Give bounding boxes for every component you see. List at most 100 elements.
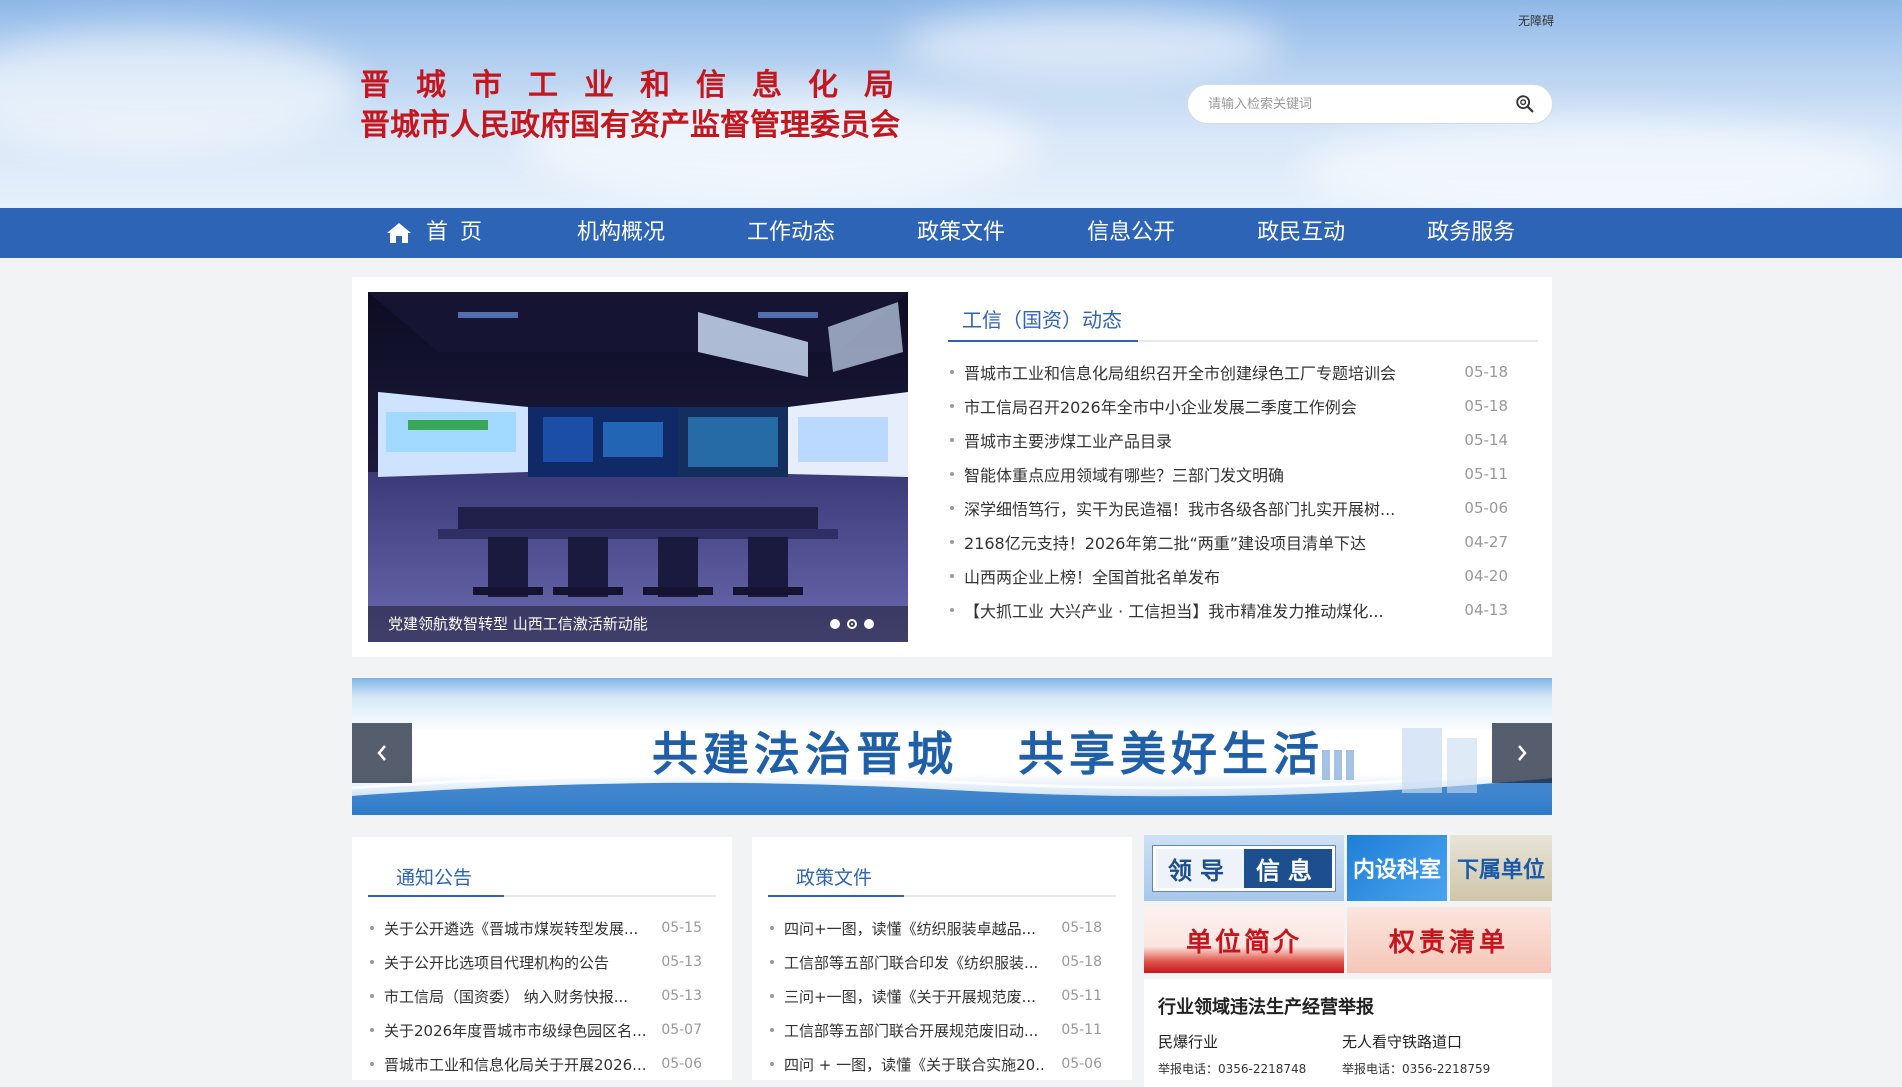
bullet-icon (950, 438, 954, 442)
policy-item-date: 05-11 (1061, 988, 1102, 1004)
policy-item-title[interactable]: 四问 + 一图，读懂《关于联合实施20... (784, 1054, 1046, 1075)
photo-slider[interactable]: 党建领航数智转型 山西工信激活新动能 (368, 292, 908, 642)
news-item-title[interactable]: 晋城市工业和信息化局组织召开全市创建绿色工厂专题培训会 (964, 360, 1448, 384)
notice-item-date: 05-06 (661, 1056, 702, 1072)
news-item[interactable]: 深学细悟笃行，实干为民造福！我市各级各部门扎实开展树... 05-06 (948, 491, 1538, 525)
bullet-icon (370, 960, 374, 964)
policy-item[interactable]: 三问+一图，读懂《关于开展规范废... 05-11 (768, 979, 1116, 1013)
leader-info-label-b: 信息 (1244, 848, 1332, 888)
notice-item-title[interactable]: 晋城市工业和信息化局关于开展2026... (384, 1054, 646, 1075)
leader-info-label-a: 领导 (1156, 848, 1244, 888)
notice-item[interactable]: 关于2026年度晋城市市级绿色园区名... 05-07 (368, 1013, 716, 1047)
news-item-title[interactable]: 2168亿元支持！2026年第二批“两重”建设项目清单下达 (964, 530, 1448, 554)
banner-slogan-left: 共建法治晋城 (652, 727, 958, 781)
news-item-title[interactable]: 晋城市主要涉煤工业产品目录 (964, 428, 1448, 452)
policy-item-date: 05-18 (1061, 954, 1102, 970)
site-logo-title[interactable]: 晋城市工业和信息化局 晋城市人民政府国有资产监督管理委员会 (360, 66, 920, 146)
notice-item[interactable]: 市工信局（国资委） 纳入财务快报... 05-13 (368, 979, 716, 1013)
news-item[interactable]: 晋城市主要涉煤工业产品目录 05-14 (948, 423, 1538, 457)
policy-item-title[interactable]: 四问+一图，读懂《纺织服装卓越品... (784, 918, 1046, 939)
nav-item-about[interactable]: 机构概况 (536, 208, 706, 258)
slider-caption[interactable]: 党建领航数智转型 山西工信激活新动能 (368, 606, 908, 642)
section-underline (368, 895, 504, 897)
home-icon (387, 223, 411, 243)
news-item[interactable]: 智能体重点应用领域有哪些？三部门发文明确 05-11 (948, 457, 1538, 491)
news-item[interactable]: 2168亿元支持！2026年第二批“两重”建设项目清单下达 04-27 (948, 525, 1538, 559)
policy-item[interactable]: 工信部等五部门联合印发《纺织服装... 05-18 (768, 945, 1116, 979)
notice-item[interactable]: 晋城市工业和信息化局关于开展2026... 05-06 (368, 1047, 716, 1081)
nav-item-services[interactable]: 政务服务 (1386, 208, 1556, 258)
policy-item-title[interactable]: 三问+一图，读懂《关于开展规范废... (784, 986, 1046, 1007)
bullet-icon (950, 506, 954, 510)
search-input[interactable] (1208, 96, 1514, 112)
policy-item-title[interactable]: 工信部等五部门联合印发《纺织服装... (784, 952, 1046, 973)
leader-info-badge: 领导 信息 (1153, 845, 1335, 891)
notice-item[interactable]: 关于公开比选项目代理机构的公告 05-13 (368, 945, 716, 979)
notice-item-title[interactable]: 关于公开比选项目代理机构的公告 (384, 952, 646, 973)
bullet-icon (370, 1062, 374, 1066)
banner-prev-button[interactable] (352, 723, 412, 783)
internal-departments-link[interactable]: 内设科室 (1347, 835, 1447, 901)
leader-info-link[interactable]: 领导 信息 (1144, 835, 1344, 901)
bullet-icon (770, 994, 774, 998)
notice-item-title[interactable]: 市工信局（国资委） 纳入财务快报... (384, 986, 646, 1007)
slider-dot-3[interactable] (864, 619, 874, 629)
news-item[interactable]: 山西两企业上榜！全国首批名单发布 04-20 (948, 559, 1538, 593)
notice-item[interactable]: 关于公开遴选《晋城市煤炭转型发展... 05-15 (368, 911, 716, 945)
news-item-title[interactable]: 智能体重点应用领域有哪些？三部门发文明确 (964, 462, 1448, 486)
news-item-date: 05-06 (1464, 499, 1508, 517)
news-item[interactable]: 【大抓工业 大兴产业 · 工信担当】我市精准发力推动煤化... 04-13 (948, 593, 1538, 627)
policy-list: 四问+一图，读懂《纺织服装卓越品... 05-18 工信部等五部门联合印发《纺织服… (768, 911, 1116, 1081)
main-nav: 首页 机构概况 工作动态 政策文件 信息公开 政民互动 政务服务 (0, 208, 1902, 258)
chevron-right-icon (1518, 745, 1527, 761)
nav-item-work-news[interactable]: 工作动态 (706, 208, 876, 258)
banner-next-button[interactable] (1492, 723, 1552, 783)
nav-item-home[interactable]: 首页 (370, 208, 536, 258)
news-section-title[interactable]: 工信（国资）动态 (962, 304, 1122, 333)
slider-dot-2[interactable] (847, 619, 857, 629)
policy-section-title[interactable]: 政策文件 (796, 863, 872, 890)
policy-item[interactable]: 四问 + 一图，读懂《关于联合实施20... 05-06 (768, 1047, 1116, 1081)
policy-section-header: 政策文件 (768, 847, 1116, 897)
news-item-date: 05-14 (1464, 431, 1508, 449)
bullet-icon (370, 1028, 374, 1032)
report-item-explosives: 民爆行业 举报电话：0356-2218748 (1158, 1031, 1342, 1077)
notice-section-title[interactable]: 通知公告 (396, 863, 472, 890)
header-cloud (900, 10, 1280, 80)
bullet-icon (770, 960, 774, 964)
news-item[interactable]: 市工信局召开2026年全市中小企业发展二季度工作例会 05-18 (948, 389, 1538, 423)
nav-item-info-disclosure[interactable]: 信息公开 (1046, 208, 1216, 258)
news-item-title[interactable]: 【大抓工业 大兴产业 · 工信担当】我市精准发力推动煤化... (964, 598, 1448, 622)
bullet-icon (770, 926, 774, 930)
notice-item-date: 05-13 (661, 988, 702, 1004)
news-item-title[interactable]: 市工信局召开2026年全市中小企业发展二季度工作例会 (964, 394, 1448, 418)
site-header: 无障碍 晋城市工业和信息化局 晋城市人民政府国有资产监督管理委员会 (0, 0, 1902, 208)
unit-intro-link[interactable]: 单位简介 (1144, 907, 1344, 973)
bullet-icon (950, 370, 954, 374)
header-cloud (0, 30, 360, 150)
notice-item-date: 05-15 (661, 920, 702, 936)
notice-card: 通知公告 关于公开遴选《晋城市煤炭转型发展... 05-15 关于公开比选项目代理… (352, 837, 732, 1080)
search-icon[interactable] (1514, 93, 1536, 115)
duty-list-link[interactable]: 权责清单 (1347, 907, 1551, 973)
policy-item[interactable]: 工信部等五部门联合开展规范废旧动... 05-11 (768, 1013, 1116, 1047)
notice-list: 关于公开遴选《晋城市煤炭转型发展... 05-15 关于公开比选项目代理机构的公告… (368, 911, 716, 1081)
policy-item-title[interactable]: 工信部等五部门联合开展规范废旧动... (784, 1020, 1046, 1041)
news-item-title[interactable]: 深学细悟笃行，实干为民造福！我市各级各部门扎实开展树... (964, 496, 1448, 520)
notice-item-title[interactable]: 关于2026年度晋城市市级绿色园区名... (384, 1020, 646, 1041)
policy-item[interactable]: 四问+一图，读懂《纺织服装卓越品... 05-18 (768, 911, 1116, 945)
nav-item-policy[interactable]: 政策文件 (876, 208, 1046, 258)
bullet-icon (950, 404, 954, 408)
notice-item-title[interactable]: 关于公开遴选《晋城市煤炭转型发展... (384, 918, 646, 939)
news-item[interactable]: 晋城市工业和信息化局组织召开全市创建绿色工厂专题培训会 05-18 (948, 355, 1538, 389)
slider-dot-1[interactable] (830, 619, 840, 629)
section-underline (768, 895, 904, 897)
news-item-title[interactable]: 山西两企业上榜！全国首批名单发布 (964, 564, 1448, 588)
slider-photo (368, 292, 908, 642)
notice-item-date: 05-07 (661, 1022, 702, 1038)
accessibility-link[interactable]: 无障碍 (1518, 12, 1554, 29)
nav-item-interaction[interactable]: 政民互动 (1216, 208, 1386, 258)
slogan-banner[interactable]: 共建法治晋城 共享美好生活 (352, 678, 1552, 815)
report-item-label: 无人看守铁路道口 (1342, 1033, 1463, 1051)
subordinate-units-link[interactable]: 下属单位 (1450, 835, 1552, 901)
